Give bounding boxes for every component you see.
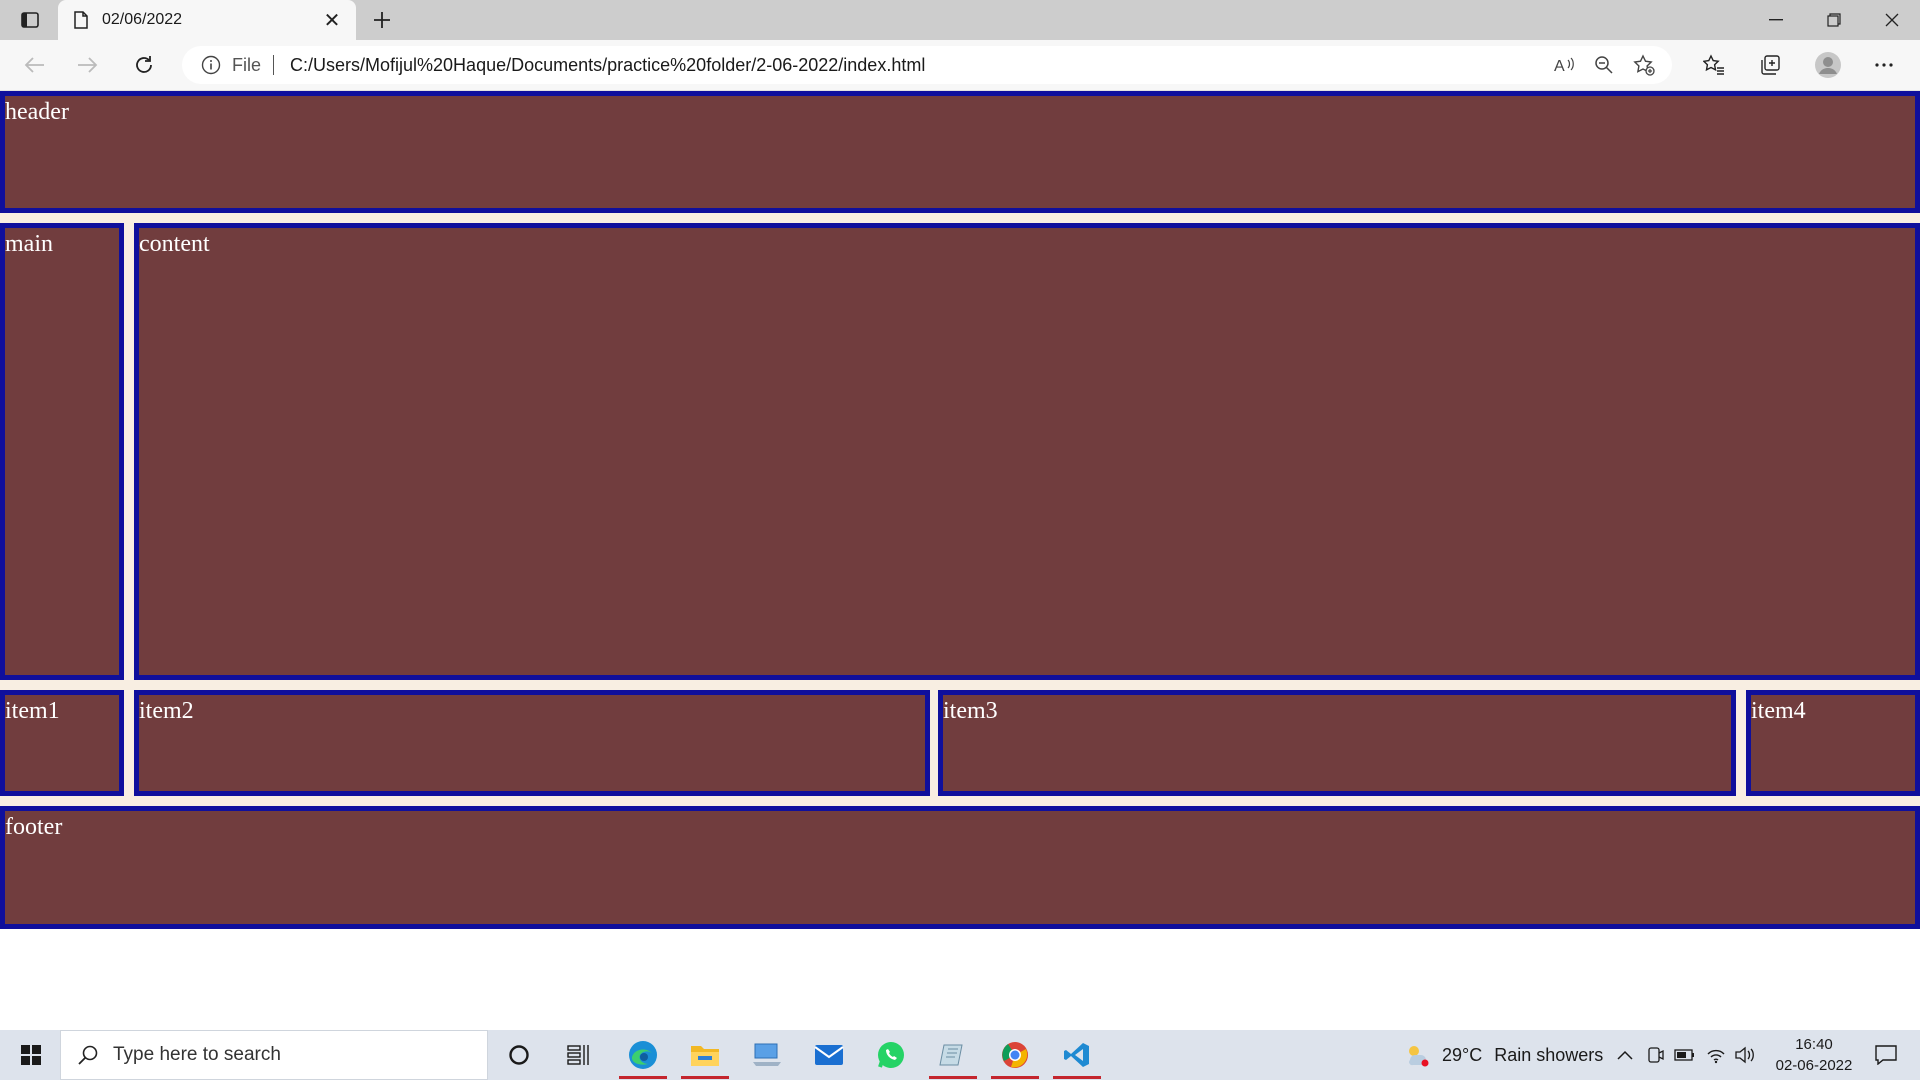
item4-box: item4 bbox=[1746, 690, 1920, 796]
task-view-icon[interactable] bbox=[550, 1030, 608, 1080]
volume-icon[interactable] bbox=[1734, 1030, 1756, 1080]
vscode-icon[interactable] bbox=[1048, 1030, 1106, 1080]
close-tab-icon[interactable]: ✕ bbox=[318, 6, 346, 34]
main-box: main bbox=[0, 223, 124, 680]
new-tab-icon[interactable] bbox=[366, 6, 398, 34]
footer-box: footer bbox=[0, 806, 1920, 929]
tab-actions-icon[interactable] bbox=[14, 6, 46, 34]
weather-condition: Rain showers bbox=[1494, 1044, 1604, 1065]
svg-text:A: A bbox=[1554, 58, 1565, 74]
notification-icon[interactable] bbox=[1866, 1030, 1906, 1080]
edge-icon[interactable] bbox=[614, 1030, 672, 1080]
active-indicator bbox=[619, 1076, 667, 1079]
meet-now-icon[interactable] bbox=[1646, 1030, 1664, 1080]
clock-date: 02-06-2022 bbox=[1775, 1057, 1853, 1074]
wifi-icon[interactable] bbox=[1706, 1030, 1726, 1080]
item2-label: item2 bbox=[139, 698, 194, 724]
divider bbox=[273, 55, 275, 75]
active-indicator bbox=[991, 1076, 1039, 1079]
more-icon[interactable] bbox=[1866, 48, 1902, 82]
whatsapp-icon[interactable] bbox=[862, 1030, 920, 1080]
mail-icon[interactable] bbox=[800, 1030, 858, 1080]
file-explorer-icon[interactable] bbox=[676, 1030, 734, 1080]
active-indicator bbox=[929, 1076, 977, 1079]
refresh-icon[interactable] bbox=[126, 48, 162, 82]
active-indicator bbox=[1053, 1076, 1101, 1079]
close-window-icon[interactable] bbox=[1864, 0, 1920, 40]
restore-icon[interactable] bbox=[1806, 0, 1862, 40]
scheme-label: File bbox=[232, 54, 262, 75]
back-icon[interactable] bbox=[16, 48, 52, 82]
content-box: content bbox=[134, 223, 1920, 680]
tab-title: 02/06/2022 bbox=[102, 11, 183, 28]
clock-time: 16:40 bbox=[1795, 1036, 1833, 1053]
search-placeholder: Type here to search bbox=[113, 1044, 281, 1065]
profile-icon[interactable] bbox=[1810, 48, 1846, 82]
taskbar: Type here to search 29°C Rain showers 16… bbox=[0, 1030, 1920, 1080]
tab-strip: 02/06/2022 ✕ bbox=[0, 0, 1920, 40]
read-aloud-icon[interactable]: A bbox=[1544, 48, 1584, 82]
item1-label: item1 bbox=[5, 698, 60, 724]
page-viewport: header main content item1 item2 item3 it… bbox=[0, 91, 1920, 1030]
item3-label: item3 bbox=[943, 698, 998, 724]
address-bar[interactable]: File C:/Users/Mofijul%20Haque/Documents/… bbox=[182, 46, 1672, 84]
main-label: main bbox=[5, 231, 53, 257]
item3-box: item3 bbox=[938, 690, 1736, 796]
weather-rain-icon bbox=[1404, 1042, 1432, 1068]
windows-start-icon[interactable] bbox=[2, 1030, 60, 1080]
active-tab[interactable]: 02/06/2022 ✕ bbox=[58, 0, 356, 40]
weather-widget[interactable]: 29°C Rain showers bbox=[1404, 1030, 1603, 1080]
battery-icon[interactable] bbox=[1674, 1030, 1696, 1080]
search-icon bbox=[77, 1044, 99, 1066]
forward-icon[interactable] bbox=[70, 48, 106, 82]
chrome-icon[interactable] bbox=[986, 1030, 1044, 1080]
minimize-icon[interactable] bbox=[1748, 0, 1804, 40]
info-icon[interactable] bbox=[200, 54, 222, 76]
cortana-icon[interactable] bbox=[490, 1030, 548, 1080]
zoom-out-icon[interactable] bbox=[1584, 48, 1624, 82]
chevron-up-icon[interactable] bbox=[1616, 1030, 1634, 1080]
notes-icon[interactable] bbox=[924, 1030, 982, 1080]
header-box: header bbox=[0, 91, 1920, 213]
system-clock[interactable]: 16:40 02-06-2022 bbox=[1766, 1034, 1862, 1076]
collections-icon[interactable] bbox=[1752, 48, 1788, 82]
item1-box: item1 bbox=[0, 690, 124, 796]
browser-toolbar: File C:/Users/Mofijul%20Haque/Documents/… bbox=[0, 40, 1920, 91]
item4-label: item4 bbox=[1751, 698, 1806, 724]
page-icon bbox=[72, 10, 90, 30]
weather-temperature: 29°C bbox=[1442, 1044, 1483, 1065]
url-text[interactable]: C:/Users/Mofijul%20Haque/Documents/pract… bbox=[290, 55, 1544, 76]
favorites-icon[interactable] bbox=[1696, 48, 1732, 82]
header-label: header bbox=[5, 99, 69, 125]
item2-box: item2 bbox=[134, 690, 930, 796]
active-indicator bbox=[681, 1076, 729, 1079]
footer-label: footer bbox=[5, 814, 63, 840]
computer-icon[interactable] bbox=[738, 1030, 796, 1080]
content-label: content bbox=[139, 231, 210, 257]
add-favorite-icon[interactable] bbox=[1624, 48, 1664, 82]
taskbar-search-box[interactable]: Type here to search bbox=[60, 1030, 488, 1080]
grid-layout: header main content item1 item2 item3 it… bbox=[0, 91, 1920, 929]
